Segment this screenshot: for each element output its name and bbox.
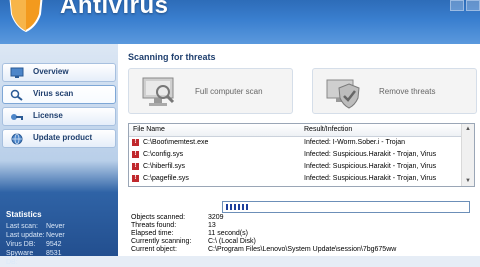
sidebar-item-license[interactable]: License <box>2 107 116 126</box>
scroll-down-icon[interactable]: ▼ <box>464 177 472 185</box>
scan-progress-bar <box>222 201 470 213</box>
info-key: Threats found: <box>131 222 177 229</box>
globe-icon <box>11 133 23 145</box>
magnifier-icon <box>10 89 23 101</box>
info-value: 11 second(s) <box>208 230 248 237</box>
progress-segment <box>238 204 240 210</box>
progress-segment <box>242 204 244 210</box>
progress-segment <box>234 204 236 210</box>
key-icon <box>11 114 23 120</box>
stat-key: Last scan: <box>6 223 38 230</box>
table-row[interactable]: ! C:\Boot\memtest.exe Infected: I-Worm.S… <box>129 137 462 149</box>
progress-segment <box>226 204 228 210</box>
monitor-scan-icon <box>142 77 175 106</box>
table-header: File Name Result/Infection <box>129 124 462 137</box>
info-value: C:\ (Local Disk) <box>208 238 256 245</box>
result-cell: Infected: I-Worm.Sober.i - Trojan <box>304 139 406 146</box>
sidebar-item-label: License <box>33 111 63 120</box>
sidebar-item-update-product[interactable]: Update product <box>2 129 116 148</box>
stat-value: Never <box>46 232 65 239</box>
sidebar-item-overview[interactable]: Overview <box>2 63 116 82</box>
file-cell: C:\hiberfil.sys <box>143 163 186 170</box>
stat-key: Virus DB: <box>6 241 36 248</box>
stat-row: Last update: Never <box>6 231 65 240</box>
app-header: Antivirus <box>0 0 480 44</box>
stat-value: Never <box>46 223 65 230</box>
column-header-result[interactable]: Result/Infection <box>304 126 352 133</box>
stat-value: 8531 <box>46 250 62 257</box>
info-value: C:\Program Files\Lenovo\System Update\se… <box>208 246 397 253</box>
file-cell: C:\config.sys <box>143 151 184 158</box>
sidebar-item-virus-scan[interactable]: Virus scan <box>2 85 116 104</box>
info-key: Current object: <box>131 246 177 253</box>
threats-table: File Name Result/Infection ! C:\Boot\mem… <box>128 123 475 187</box>
full-scan-label: Full computer scan <box>195 87 263 96</box>
monitor-icon <box>10 67 24 78</box>
progress-segment <box>230 204 232 210</box>
sidebar-item-label: Virus scan <box>33 89 74 98</box>
info-value: 13 <box>208 222 216 229</box>
stat-key: Last update: <box>6 232 45 239</box>
progress-segment <box>246 204 248 210</box>
minimize-button[interactable] <box>450 0 464 11</box>
table-row[interactable]: ! C:\pagefile.sys Infected: Suspicious.H… <box>129 173 462 185</box>
section-title: Scanning for threats <box>128 52 216 62</box>
column-header-file-name[interactable]: File Name <box>133 126 165 133</box>
close-button[interactable] <box>466 0 480 11</box>
result-cell: Infected: Suspicious.Harakit - Trojan, V… <box>304 175 437 182</box>
stat-value: 9542 <box>46 241 62 248</box>
shield-logo-icon <box>9 0 43 32</box>
table-row[interactable]: ! C:\hiberfil.sys Infected: Suspicious.H… <box>129 161 462 173</box>
threat-icon: ! <box>132 163 139 170</box>
info-value: 3209 <box>208 214 224 221</box>
stat-row: Last scan: Never <box>6 222 65 231</box>
info-key: Currently scanning: <box>131 238 192 245</box>
app-title: Antivirus <box>60 0 169 19</box>
info-key: Elapsed time: <box>131 230 174 237</box>
remove-threats-button[interactable]: Remove threats <box>312 68 477 114</box>
sidebar-item-label: Update product <box>33 133 93 142</box>
scroll-up-icon[interactable]: ▲ <box>464 125 472 133</box>
file-cell: C:\Boot\memtest.exe <box>143 139 209 146</box>
full-computer-scan-button[interactable]: Full computer scan <box>128 68 293 114</box>
stat-key: Spyware DB: <box>6 250 34 266</box>
table-scrollbar[interactable]: ▲ ▼ <box>461 124 474 186</box>
result-cell: Infected: Suspicious.Harakit - Trojan, V… <box>304 163 437 170</box>
main-panel: Scanning for threats Full computer scan … <box>118 44 480 256</box>
shield-check-icon <box>326 79 360 109</box>
sidebar-item-label: Overview <box>33 67 69 76</box>
file-cell: C:\pagefile.sys <box>143 175 189 182</box>
info-key: Objects scanned: <box>131 214 186 221</box>
stat-row: Spyware DB: 8531 <box>6 249 65 267</box>
threat-icon: ! <box>132 139 139 146</box>
window-controls <box>448 0 480 18</box>
result-cell: Infected: Suspicious.Harakit - Trojan, V… <box>304 151 437 158</box>
statistics-title: Statistics <box>6 210 42 219</box>
table-row[interactable]: ! C:\config.sys Infected: Suspicious.Har… <box>129 149 462 161</box>
statistics-panel: Statistics Last scan: Never Last update: N… <box>6 210 65 267</box>
threat-icon: ! <box>132 151 139 158</box>
remove-threats-label: Remove threats <box>379 87 436 96</box>
stat-row: Virus DB: 9542 <box>6 240 65 249</box>
threat-icon: ! <box>132 175 139 182</box>
